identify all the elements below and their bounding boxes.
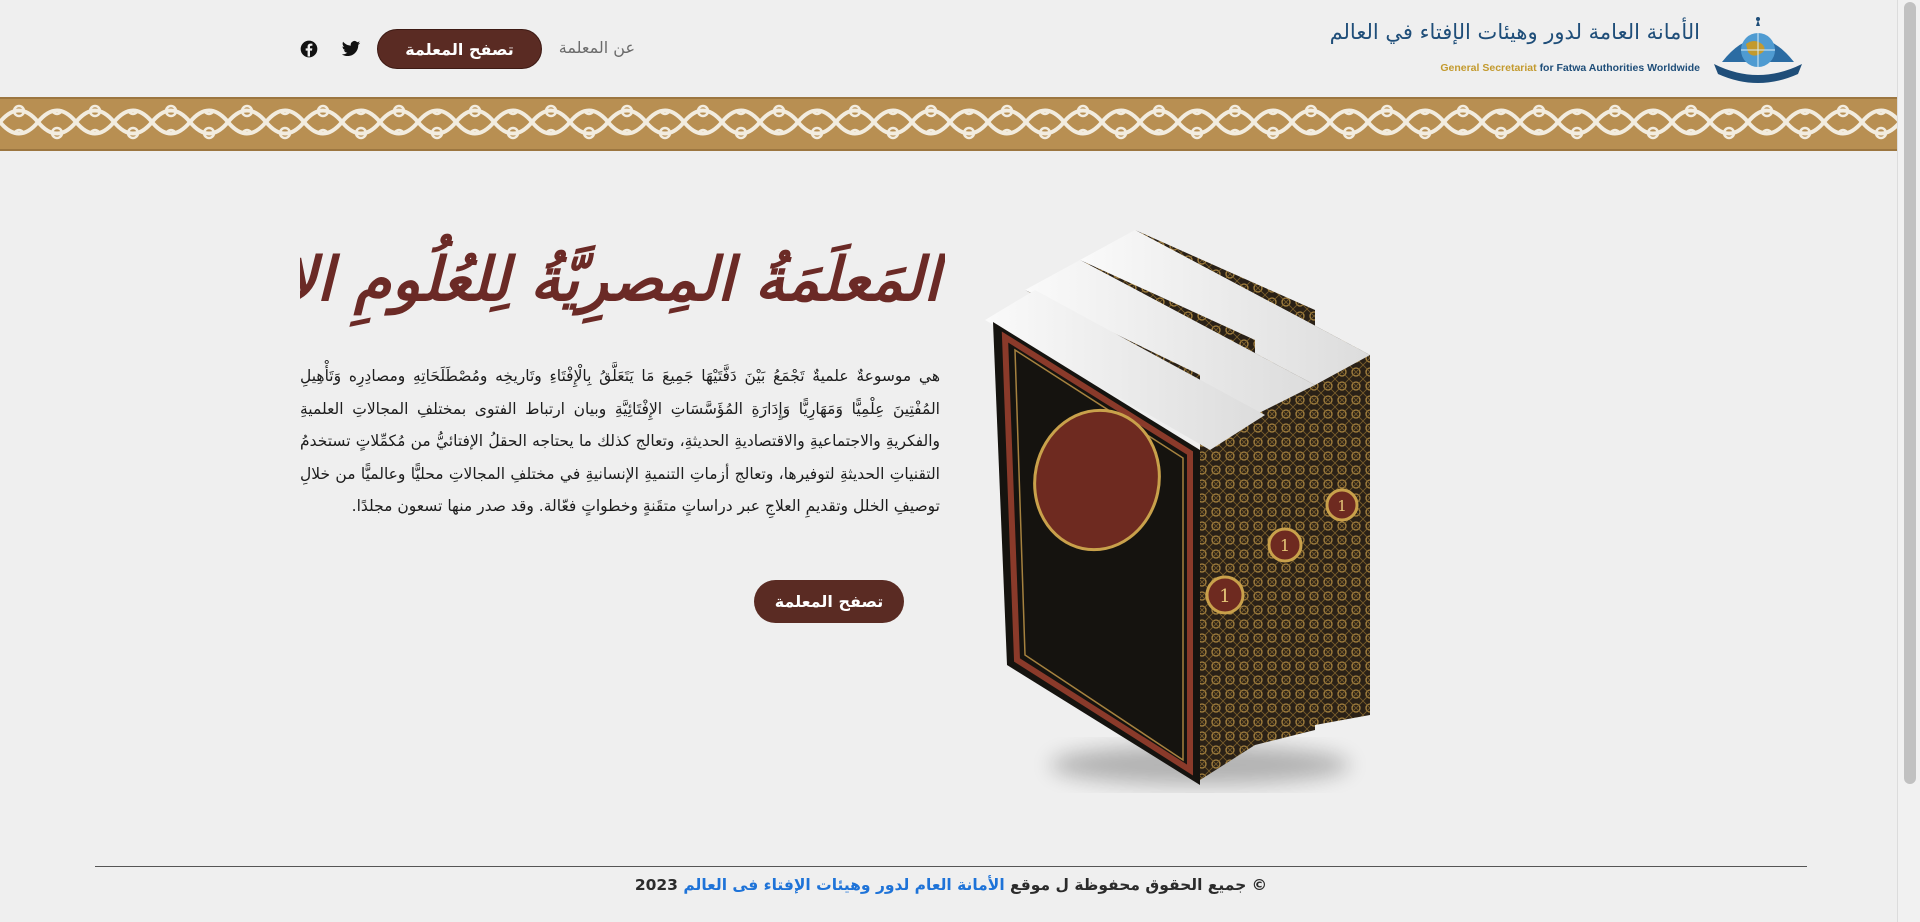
hero-browse-button[interactable]: تصفح المعلمة <box>754 580 904 623</box>
logo-english-name: General Secretariat for Fatwa Authoritie… <box>1435 62 1700 74</box>
logo-english-prefix: General Secretariat <box>1440 62 1537 74</box>
svg-text:1: 1 <box>1337 497 1347 515</box>
footer-site-link[interactable]: الأمانة العام لدور وهيئات الإفتاء فى الع… <box>683 876 1004 894</box>
page-scrollbar[interactable] <box>1897 0 1920 922</box>
footer-divider <box>95 866 1807 867</box>
hero-calligraphy-title: المَعلَمَةُ المِصرِيَّةُ لِلعُلُومِ الإف… <box>300 233 945 328</box>
nav-about-link[interactable]: عن المعلمة <box>545 38 635 57</box>
twitter-icon[interactable] <box>341 39 361 59</box>
facebook-icon[interactable] <box>299 39 319 59</box>
nav-browse-button[interactable]: تصفح المعلمة <box>377 29 542 69</box>
three-volume-book-set-image: 1 1 1 <box>985 230 1370 785</box>
hero-description: هي موسوعةٌ علميةٌ تَجْمَعُ بَيْنَ دَفَّت… <box>300 367 940 515</box>
site-logo[interactable]: الأمانة العامة لدور وهيئات الإفتاء في ال… <box>1329 14 1808 84</box>
arabesque-pattern <box>0 99 1898 145</box>
hero-title-text: المَعلَمَةُ المِصرِيَّةُ لِلعُلُومِ الإف… <box>300 233 945 328</box>
footer-year: 2023 <box>634 876 678 894</box>
svg-text:1: 1 <box>1219 586 1230 607</box>
scrollbar-thumb[interactable] <box>1904 2 1916 784</box>
site-header: الأمانة العامة لدور وهيئات الإفتاء في ال… <box>0 0 1898 97</box>
site-footer: © جميع الحقوق محفوظة ل موقع الأمانة العا… <box>95 876 1807 894</box>
logo-english-suffix: for Fatwa Authorities Worldwide <box>1539 62 1700 74</box>
footer-copyright-text: © جميع الحقوق محفوظة ل موقع <box>1010 876 1268 894</box>
ornamental-pattern-band <box>0 97 1898 151</box>
globe-dome-emblem-icon <box>1714 17 1802 83</box>
logo-arabic-name: الأمانة العامة لدور وهيئات الإفتاء في ال… <box>1329 20 1701 44</box>
svg-text:1: 1 <box>1280 536 1290 555</box>
